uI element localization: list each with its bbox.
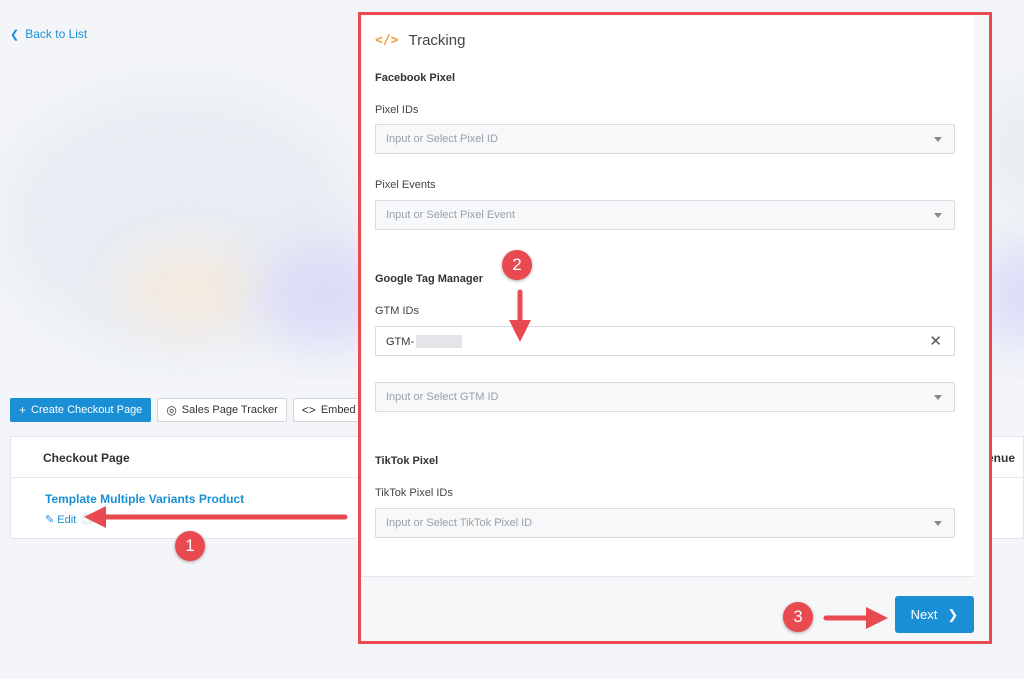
tiktok-pixel-placeholder: Input or Select TikTok Pixel ID [386,517,533,529]
modal-title: </> Tracking [375,32,465,49]
caret-down-icon [934,521,942,526]
code-icon: <> [301,403,316,417]
pixel-events-label: Pixel Events [375,179,436,191]
row-actions: ✎ Edit ❐ [45,513,92,526]
pixel-ids-select[interactable]: Input or Select Pixel ID [375,124,955,154]
annotation-badge-3: 3 [783,602,813,632]
pixel-events-placeholder: Input or Select Pixel Event [386,209,516,221]
pencil-icon: ✎ [45,514,55,526]
next-button[interactable]: Next ❯ [895,596,974,633]
annotation-badge-1: 1 [175,531,205,561]
edit-label: Edit [57,514,77,526]
pixel-events-select[interactable]: Input or Select Pixel Event [375,200,955,230]
gtm-id-value: GTM- [386,335,463,348]
column-header-checkout-page: Checkout Page [43,451,130,465]
next-label: Next [910,607,938,622]
edit-link[interactable]: ✎ Edit [45,513,76,526]
sales-page-tracker-label: Sales Page Tracker [181,404,278,416]
plus-icon: + [19,403,27,417]
caret-down-icon [934,213,942,218]
gtm-id-selected[interactable]: GTM- ✕ [375,326,955,356]
caret-down-icon [934,395,942,400]
code-icon: </> [375,33,399,48]
gtm-id-select[interactable]: Input or Select GTM ID [375,382,955,412]
create-checkout-label: Create Checkout Page [31,404,143,416]
caret-down-icon [934,137,942,142]
checkout-page-title-link[interactable]: Template Multiple Variants Product [45,492,244,506]
section-facebook-pixel: Facebook Pixel [375,72,456,84]
back-to-list-link[interactable]: ❮ Back to List [10,27,87,41]
gtm-id-prefix: GTM- [386,335,415,348]
duplicate-icon[interactable]: ❐ [82,513,92,526]
create-checkout-page-button[interactable]: + Create Checkout Page [10,398,152,422]
sales-page-tracker-button[interactable]: ◎ Sales Page Tracker [157,398,287,422]
pixel-ids-label: Pixel IDs [375,104,419,116]
gtm-ids-label: GTM IDs [375,305,419,317]
tracking-modal: </> Tracking Facebook Pixel Pixel IDs In… [362,16,974,577]
blur-blob [990,90,1024,210]
tiktok-pixel-ids-label: TikTok Pixel IDs [375,487,453,499]
modal-title-text: Tracking [408,32,466,49]
back-to-list-label: Back to List [25,27,88,41]
gtm-id-placeholder: Input or Select GTM ID [386,391,499,403]
annotation-badge-2: 2 [502,250,532,280]
section-google-tag-manager: Google Tag Manager [375,273,483,285]
pixel-ids-placeholder: Input or Select Pixel ID [386,133,498,145]
checkout-toolbar: + Create Checkout Page ◎ Sales Page Trac… [10,398,406,422]
section-tiktok-pixel: TikTok Pixel [375,455,439,467]
tiktok-pixel-select[interactable]: Input or Select TikTok Pixel ID [375,508,955,538]
chevron-left-icon: ❮ [10,29,20,41]
redacted-value [416,335,463,348]
target-icon: ◎ [166,403,177,417]
chevron-right-icon: ❯ [947,606,959,622]
blur-blob [120,250,260,330]
close-icon[interactable]: ✕ [929,332,942,350]
